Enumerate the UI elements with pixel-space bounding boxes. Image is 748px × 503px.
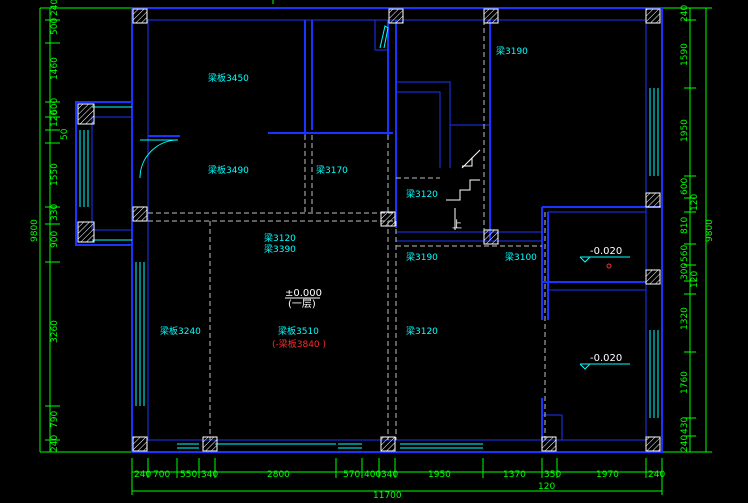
window-right-top: [649, 88, 659, 176]
elevation-marks: ±0.000 (一层) (-梁板3840 ) -0.020 -0.020: [272, 246, 630, 370]
label-room-3: 梁3190: [496, 45, 528, 57]
dim-left-9: 900: [50, 231, 60, 248]
window-bottom-left: [177, 443, 336, 449]
dim-right-6: 810: [680, 217, 690, 234]
elevation-red-note: (-梁板3840 ): [272, 338, 326, 350]
dim-right-8: 300: [680, 263, 690, 280]
door-main: [139, 139, 179, 179]
dim-bottom-1: 240: [134, 470, 151, 480]
dim-bottom-10: 1370: [503, 470, 526, 480]
dim-right-2: 1590: [680, 43, 690, 66]
dim-bottom-small: 120: [538, 482, 555, 492]
label-room-5: 梁3120: [406, 188, 438, 200]
elevation-main: ±0.000: [285, 288, 322, 299]
dim-bottom-3: 550: [180, 470, 197, 480]
floor-plan-drawing: 240 700 550 340 2800 570 400 340 1950 13…: [30, 0, 715, 501]
dim-overall-bottom: 11700: [373, 491, 402, 501]
top-dimension-texts: 240 700 550 340 2800 570 400 340 1950 13…: [134, 470, 665, 501]
dim-bottom-7: 400: [364, 470, 381, 480]
dim-left-2: 500: [50, 18, 60, 35]
dim-right-5: 120: [690, 194, 700, 211]
dim-right-7: 560: [680, 245, 690, 262]
dim-right-12: 430: [680, 417, 690, 434]
dim-right-total: 9800: [705, 219, 715, 242]
label-room-9: 梁3100: [505, 251, 537, 263]
window-left: [135, 262, 145, 406]
dim-left-6: 50: [60, 128, 70, 140]
walls: [75, 7, 663, 453]
dim-right-9: 120: [690, 271, 700, 288]
dim-right-11: 1760: [680, 371, 690, 394]
dim-left-total: 9800: [30, 219, 40, 242]
label-room-7: 梁3390: [264, 243, 296, 255]
dim-right-10: 1320: [680, 307, 690, 330]
stair-up-mark: 上: [452, 219, 462, 231]
dim-left-1: 240: [50, 0, 60, 16]
dim-left-7: 1550: [50, 163, 60, 186]
label-room-10: 梁板3240: [160, 325, 201, 337]
columns: [77, 8, 661, 452]
label-room-2: 梁板3490: [208, 164, 249, 176]
window-bottom-mid: [338, 443, 483, 449]
dim-left-12: 240: [50, 435, 60, 452]
dim-right-13: 240: [680, 435, 690, 452]
stair-symbol: 上: [446, 149, 481, 231]
dim-bottom-5: 2800: [267, 470, 290, 480]
dim-left-5: 120: [50, 110, 60, 127]
dim-bottom-8: 340: [381, 470, 398, 480]
dim-left-8: 330: [50, 204, 60, 221]
dim-bottom-4: 340: [201, 470, 218, 480]
dim-left-10: 3260: [50, 320, 60, 343]
dim-bottom-6: 570: [343, 470, 360, 480]
label-room-11: 梁板3510: [278, 325, 319, 337]
label-room-1: 梁板3450: [208, 72, 249, 84]
dim-bottom-13: 240: [648, 470, 665, 480]
right-dimension-texts: 240 1590 1950 600 120 810 560 300 120 13…: [680, 5, 715, 452]
elevation-room-right-2: -0.020: [590, 353, 622, 364]
label-room-8: 梁3190: [406, 251, 438, 263]
window-bay: [79, 106, 132, 241]
label-room-12: 梁3120: [406, 325, 438, 337]
elevation-main-sub: (一层): [288, 298, 316, 310]
label-room-4: 梁3170: [316, 164, 348, 176]
dim-bottom-11: 350: [544, 470, 561, 480]
elevation-room-right-1: -0.020: [590, 246, 622, 257]
dim-bottom-9: 1950: [428, 470, 451, 480]
label-room-6: 梁3120: [264, 232, 296, 244]
dim-bottom-12: 1970: [596, 470, 619, 480]
dim-right-1: 240: [680, 5, 690, 22]
dim-bottom-2: 700: [153, 470, 170, 480]
room-labels: 梁板3450 梁板3490 梁3190 梁3170 梁3120 梁3120 梁3…: [160, 45, 537, 337]
door-small: [379, 25, 389, 49]
window-right-bottom: [649, 330, 659, 418]
dim-right-3: 1950: [680, 119, 690, 142]
dim-right-4: 600: [680, 178, 690, 195]
left-ticks: [45, 19, 60, 441]
dim-left-3: 1460: [50, 57, 60, 80]
dim-left-11: 790: [50, 411, 60, 428]
